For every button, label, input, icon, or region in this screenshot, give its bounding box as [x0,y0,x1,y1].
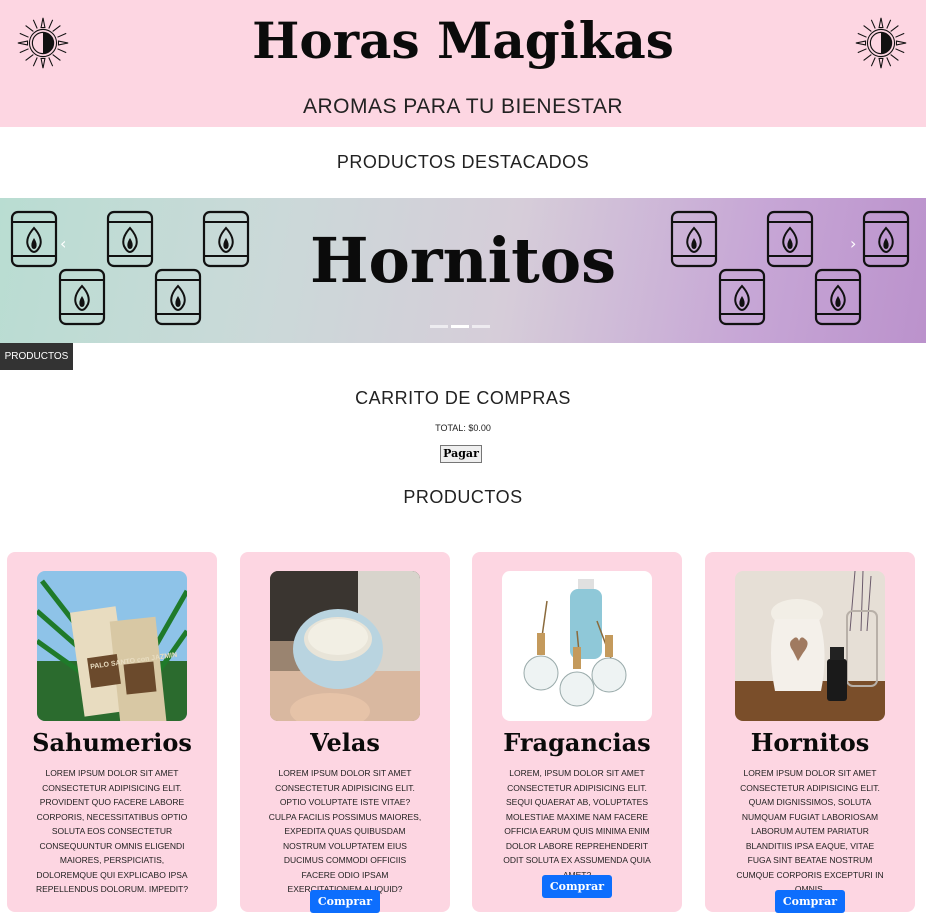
product-name: Fragancias [503,728,651,757]
carousel-prev-button[interactable]: ‹ [60,234,66,253]
product-description: LOREM IPSUM DOLOR SIT AMET CONSECTETUR A… [35,768,189,894]
carousel-indicator[interactable] [451,325,469,328]
product-card: Velas LOREM IPSUM DOLOR SIT AMET CONSECT… [240,552,450,912]
candle-icon [862,210,910,268]
product-name: Hornitos [750,728,870,757]
candle-icon [718,268,766,326]
products-title: PRODUCTOS [403,487,523,507]
candle-icon [766,210,814,268]
product-name: Sahumerios [32,728,192,757]
carousel-indicator[interactable] [472,325,490,328]
brand-logo: Horas Magikas [252,11,674,70]
candle-icon [58,268,106,326]
cart-total: TOTAL: $0.00 [435,423,491,433]
product-description: LOREM IPSUM DOLOR SIT AMET CONSECTETUR A… [268,768,422,894]
candle-icon [670,210,718,268]
featured-title: PRODUCTOS DESTACADOS [336,152,590,172]
site-header: Horas Magikas AROMAS PARA TU BIENESTAR [0,0,926,127]
candle-icon [202,210,250,268]
featured-carousel[interactable]: Hornitos ‹ › [0,198,926,343]
product-image: PALO SANTO con JAZMIN [37,571,187,721]
carousel-indicator[interactable] [430,325,448,328]
candle-icon [154,268,202,326]
product-card: PALO SANTO con JAZMIN Sahumerios LOREM I… [7,552,217,912]
product-card: Fragancias LOREM, IPSUM DOLOR SIT AMET C… [472,552,682,912]
candle-icon [106,210,154,268]
carousel-next-button[interactable]: › [850,234,856,253]
buy-button[interactable]: Comprar [542,875,612,898]
product-card: Hornitos LOREM IPSUM DOLOR SIT AMET CONS… [705,552,915,912]
product-description: LOREM, IPSUM DOLOR SIT AMET CONSECTETUR … [503,768,651,880]
cart-title: CARRITO DE COMPRAS [355,388,571,408]
pay-button[interactable]: Pagar [440,445,482,463]
products-tab[interactable]: PRODUCTOS [0,343,73,370]
sun-moon-icon [855,17,907,69]
buy-button[interactable]: Comprar [310,890,380,913]
product-image [270,571,420,721]
tagline: AROMAS PARA TU BIENESTAR [302,95,624,118]
candle-icon [10,210,58,268]
product-image [735,571,885,721]
carousel-indicators [430,325,490,328]
product-description: LOREM IPSUM DOLOR SIT AMET CONSECTETUR A… [736,768,884,894]
product-name: Velas [310,728,380,757]
buy-button[interactable]: Comprar [775,890,845,913]
candle-icon [814,268,862,326]
product-image [502,571,652,721]
